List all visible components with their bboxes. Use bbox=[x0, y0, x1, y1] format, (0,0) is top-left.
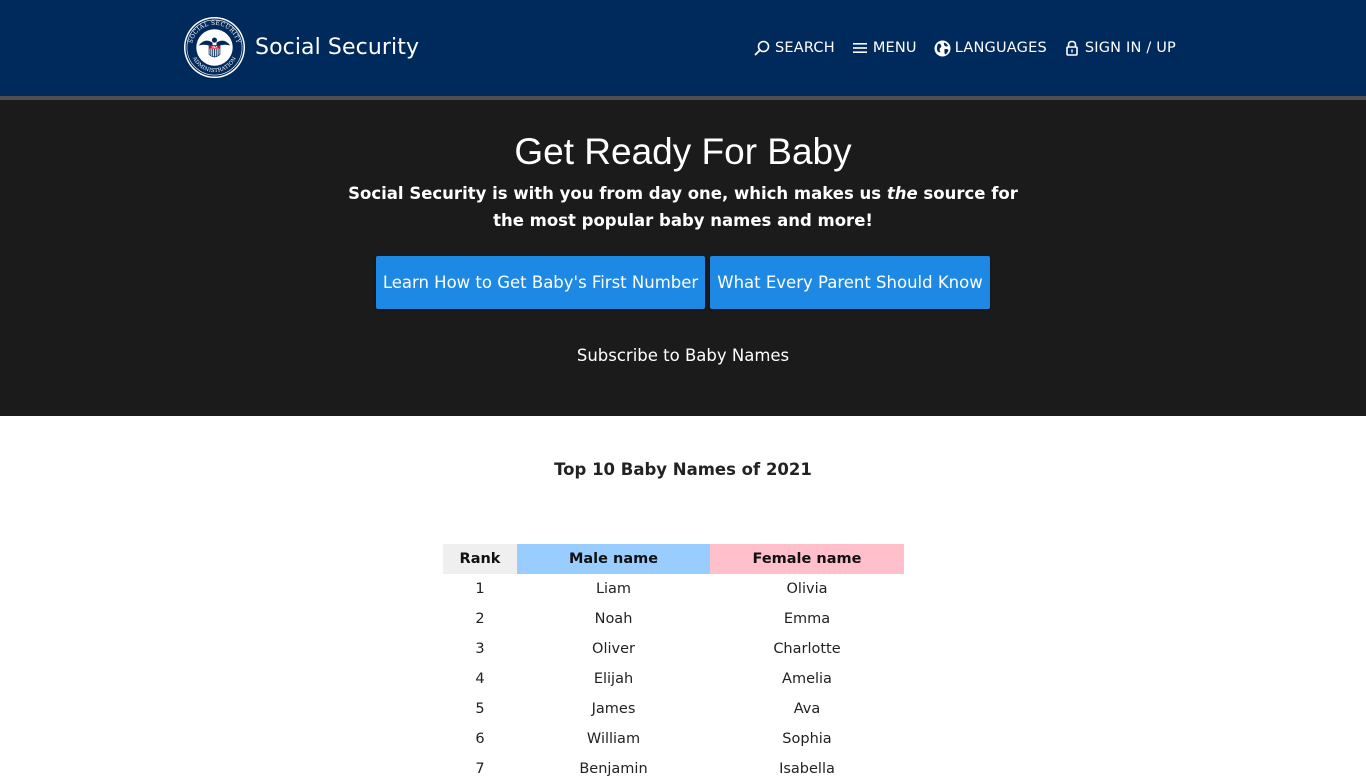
male-name-cell: Liam bbox=[595, 581, 632, 597]
hero-subtitle-emphasis: the bbox=[886, 184, 918, 203]
rank-header: Rank bbox=[443, 544, 517, 574]
table-row: 4 Elijah Amelia bbox=[443, 664, 904, 694]
rank-cell: 7 bbox=[475, 761, 485, 777]
male-name-cell: Benjamin bbox=[579, 761, 648, 777]
site-header: SOCIAL SECURITY ADMINISTRATION USA Socia… bbox=[0, 0, 1366, 96]
male-name-cell: Oliver bbox=[592, 641, 635, 657]
nav-menu-label: MENU bbox=[872, 40, 917, 56]
rank-cell: 5 bbox=[475, 701, 485, 717]
nav-search-label: SEARCH bbox=[774, 40, 835, 56]
female-name-cell: Ava bbox=[793, 701, 821, 717]
male-name-header: Male name bbox=[517, 544, 710, 574]
male-name-cell: James bbox=[591, 701, 636, 717]
rank-cell: 6 bbox=[475, 731, 485, 747]
baby-names-table: Rank Male name Female name 1 Liam Olivia… bbox=[443, 544, 904, 784]
first-number-button[interactable]: Learn How to Get Baby's First Number bbox=[376, 256, 705, 309]
female-name-cell: Olivia bbox=[786, 581, 828, 597]
male-name-cell: Noah bbox=[594, 611, 633, 627]
female-name-cell: Emma bbox=[783, 611, 831, 627]
ssa-seal-icon: SOCIAL SECURITY ADMINISTRATION USA bbox=[183, 16, 246, 79]
rank-cell: 2 bbox=[475, 611, 485, 627]
home-logo-link[interactable]: SOCIAL SECURITY ADMINISTRATION USA Socia… bbox=[183, 16, 419, 79]
female-name-cell: Amelia bbox=[782, 671, 832, 687]
nav-languages-label: LANGUAGES bbox=[954, 40, 1047, 56]
hero-banner: Get Ready For Baby Social Security is wi… bbox=[0, 100, 1366, 416]
nav-languages[interactable]: LANGUAGES bbox=[934, 40, 1047, 57]
table-row: 5 James Ava bbox=[443, 694, 904, 724]
page-title: Get Ready For Baby bbox=[514, 131, 852, 172]
table-header-row: Rank Male name Female name bbox=[443, 544, 904, 574]
male-name-cell: William bbox=[586, 731, 641, 747]
female-name-cell: Charlotte bbox=[773, 641, 841, 657]
search-icon bbox=[754, 40, 771, 57]
nav-sign-in[interactable]: SIGN IN / UP bbox=[1064, 40, 1176, 57]
table-row: 3 Oliver Charlotte bbox=[443, 634, 904, 664]
table-title: Top 10 Baby Names of 2021 bbox=[554, 460, 812, 479]
rank-cell: 3 bbox=[475, 641, 485, 657]
table-row: 7 Benjamin Isabella bbox=[443, 754, 904, 784]
rank-cell: 4 bbox=[475, 671, 485, 687]
female-name-header: Female name bbox=[710, 544, 904, 574]
female-name-cell: Isabella bbox=[779, 761, 835, 777]
table-row: 6 William Sophia bbox=[443, 724, 904, 754]
top-nav: SEARCH MENU LANGUAGES SIGN IN / UP bbox=[754, 36, 1176, 60]
female-name-cell: Sophia bbox=[782, 731, 832, 747]
table-row: 1 Liam Olivia bbox=[443, 574, 904, 604]
table-row: 2 Noah Emma bbox=[443, 604, 904, 634]
nav-menu[interactable]: MENU bbox=[852, 40, 917, 57]
lock-icon bbox=[1064, 40, 1081, 57]
parent-info-button[interactable]: What Every Parent Should Know bbox=[710, 256, 990, 309]
subscribe-link[interactable]: Subscribe to Baby Names bbox=[0, 344, 1366, 368]
menu-icon bbox=[852, 40, 869, 57]
male-name-cell: Elijah bbox=[593, 671, 634, 687]
rank-cell: 1 bbox=[475, 581, 485, 597]
svg-text:USA: USA bbox=[212, 45, 218, 49]
hero-subtitle: Social Security is with you from day one… bbox=[333, 180, 1033, 234]
site-title: Social Security bbox=[255, 34, 420, 60]
globe-icon bbox=[934, 40, 951, 57]
nav-search[interactable]: SEARCH bbox=[754, 40, 835, 57]
hero-subtitle-part-1: Social Security is with you from day one… bbox=[348, 184, 887, 203]
nav-sign-in-label: SIGN IN / UP bbox=[1084, 40, 1176, 56]
